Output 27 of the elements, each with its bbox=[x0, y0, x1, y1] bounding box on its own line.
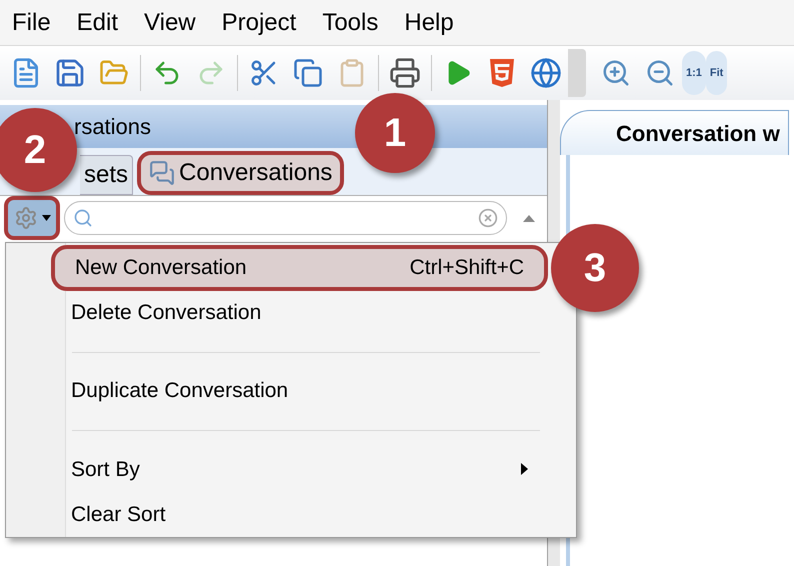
toolbar-overflow-handle[interactable] bbox=[568, 49, 586, 97]
menu-item[interactable]: Tools bbox=[322, 4, 378, 40]
gear-icon bbox=[14, 206, 38, 230]
chat-bubbles-icon bbox=[149, 160, 176, 186]
search-icon bbox=[73, 208, 93, 228]
menu-item[interactable]: Edit bbox=[76, 4, 118, 40]
settings-dropdown-button[interactable] bbox=[4, 196, 60, 240]
save-icon bbox=[54, 57, 86, 89]
menu-item[interactable]: Sort By bbox=[66, 446, 548, 492]
panel-tab[interactable]: Conversations bbox=[137, 151, 344, 195]
menu-item[interactable]: New Conversation Ctrl+Shift+C bbox=[51, 245, 548, 291]
panel-tab[interactable]: sets bbox=[80, 155, 134, 195]
zoom-preset-button[interactable]: Fit bbox=[706, 51, 728, 95]
print-icon bbox=[389, 57, 421, 89]
zoom-preset-button[interactable]: 1:1 bbox=[682, 51, 706, 95]
document-tab[interactable]: Conversation w bbox=[560, 110, 789, 155]
scroll-up-icon[interactable] bbox=[523, 214, 535, 222]
menu-item[interactable]: View bbox=[144, 4, 196, 40]
caret-icon bbox=[42, 215, 50, 221]
menu-item[interactable]: Project bbox=[222, 4, 296, 40]
menu-item[interactable]: Delete Conversation bbox=[66, 290, 548, 336]
menu-item[interactable]: Duplicate Conversation bbox=[66, 368, 548, 414]
search-field[interactable] bbox=[64, 201, 507, 235]
menu-item[interactable]: Help bbox=[404, 4, 454, 40]
menu-item[interactable]: File bbox=[12, 4, 51, 40]
clear-icon bbox=[478, 208, 498, 228]
menu-item[interactable]: Clear Sort bbox=[66, 492, 548, 537]
